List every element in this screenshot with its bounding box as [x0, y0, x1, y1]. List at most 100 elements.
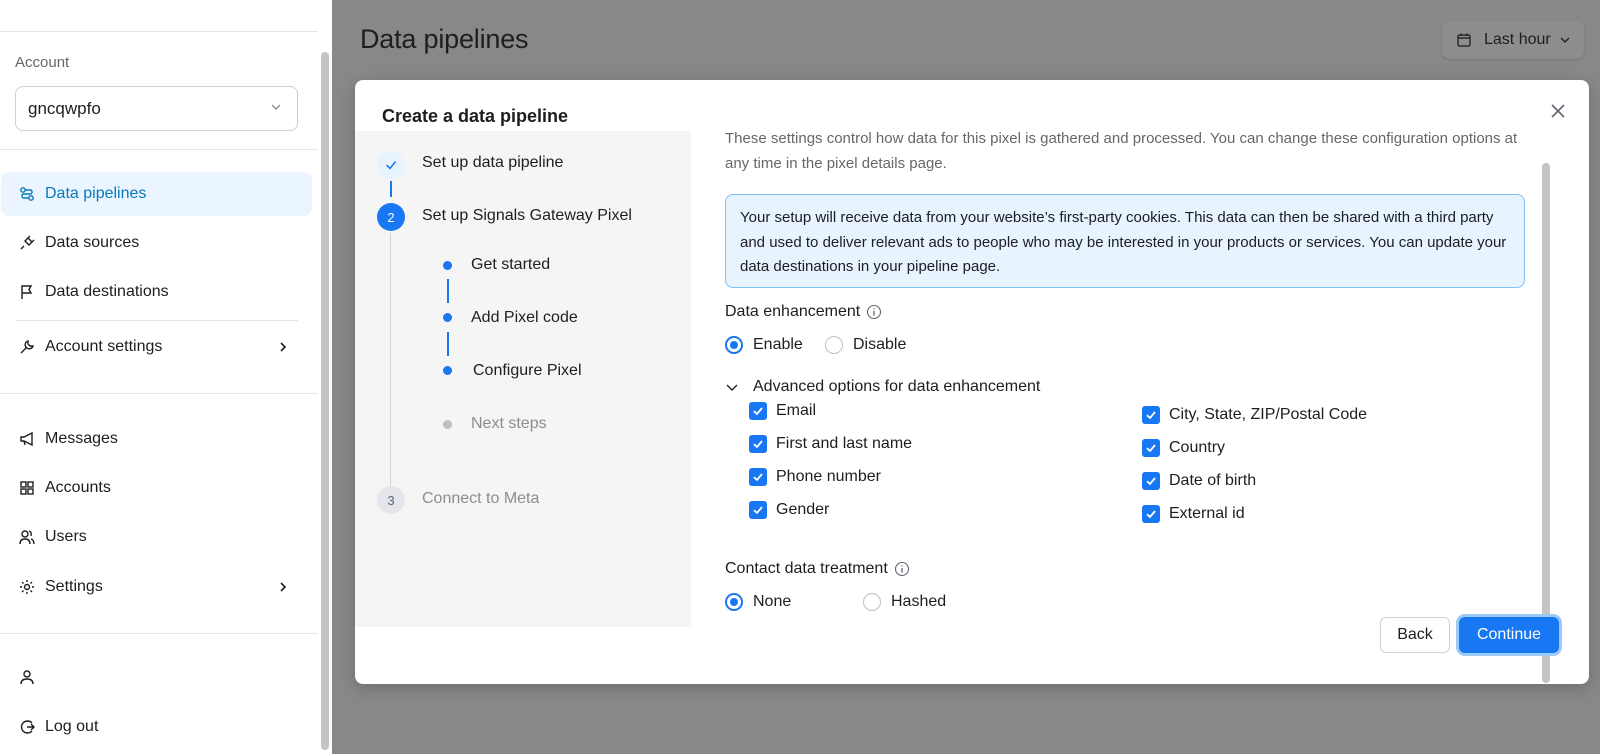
nav-messages[interactable]: Messages [1, 417, 312, 461]
checkmark-icon [1146, 477, 1156, 486]
divider [0, 149, 318, 150]
page-title: Data pipelines [360, 24, 529, 54]
nav-account-settings[interactable]: Account settings [1, 325, 312, 369]
stepper: Set up data pipeline 2 Set up Signals Ga… [355, 131, 691, 627]
step-2-badge: 2 [377, 203, 405, 231]
nav-data-destinations[interactable]: Data destinations [1, 270, 312, 314]
nav-profile[interactable] [1, 655, 312, 699]
radio-disable-label: Disable [853, 336, 907, 353]
info-icon[interactable] [894, 561, 910, 577]
radio-enable-label: Enable [753, 336, 803, 353]
checkbox-email[interactable]: Email [749, 402, 816, 420]
checkbox-gender[interactable]: Gender [749, 501, 829, 519]
step-connector [390, 181, 392, 197]
checkbox-label: Date of birth [1169, 472, 1257, 489]
checkbox-date-of-birth[interactable]: Date of birth [1142, 472, 1256, 490]
substep-connector [447, 332, 449, 356]
dialog-title: Create a data pipeline [382, 106, 569, 126]
nav-label: Users [45, 528, 87, 545]
nav-data-sources[interactable]: Data sources [1, 221, 312, 265]
divider [0, 31, 318, 32]
checkmark-icon [753, 440, 763, 449]
checkmark-icon [753, 506, 763, 515]
checkmark-icon [753, 407, 763, 416]
checkbox-checked [749, 435, 767, 453]
nav-log-out[interactable]: Log out [1, 705, 312, 749]
substep-connector [447, 279, 449, 303]
checkbox-checked [1142, 505, 1160, 523]
checkbox-city-state-zip[interactable]: City, State, ZIP/Postal Code [1142, 406, 1367, 424]
users-icon [19, 530, 35, 545]
checkbox-checked [749, 402, 767, 420]
advanced-options-toggle[interactable]: Advanced options for data enhancement [725, 378, 1040, 396]
nav-label: Data destinations [45, 283, 169, 300]
radio-enable[interactable]: Enable [725, 336, 803, 354]
dialog-content: These settings control how data for this… [725, 131, 1535, 627]
chevron-down-icon [1560, 37, 1570, 43]
checkbox-checked [749, 501, 767, 519]
nav-label: Log out [45, 718, 99, 735]
substep-dot [443, 420, 452, 429]
logout-icon [20, 720, 35, 734]
nav-label: Account settings [45, 338, 163, 355]
nav-settings[interactable]: Settings [1, 565, 312, 609]
advanced-options-label: Advanced options for data enhancement [753, 378, 1041, 395]
substep-get-started: Get started [471, 256, 551, 273]
step-3-badge: 3 [377, 486, 405, 514]
megaphone-icon [20, 431, 33, 447]
info-icon[interactable] [866, 304, 882, 320]
radio-indicator [863, 593, 881, 611]
substep-next-steps: Next steps [471, 415, 547, 432]
step-complete-badge [377, 151, 405, 179]
nav-label: Data sources [45, 234, 140, 251]
gear-icon [20, 580, 34, 594]
radio-disable[interactable]: Disable [825, 336, 906, 354]
nav-label: Messages [45, 430, 118, 447]
substep-dot [443, 366, 452, 375]
radio-hashed[interactable]: Hashed [863, 593, 946, 611]
account-label: Account [15, 54, 70, 71]
substep-dot [443, 261, 452, 270]
checkbox-label: Country [1169, 439, 1226, 456]
checkbox-first-last-name[interactable]: First and last name [749, 435, 912, 453]
radio-hashed-label: Hashed [891, 593, 947, 610]
date-range-button[interactable]: Last hour [1442, 21, 1584, 59]
checkbox-label: First and last name [776, 435, 913, 452]
checkmark-icon [1146, 510, 1156, 519]
sidebar: Account gncqwpfo Data pipelines Data sou… [0, 0, 332, 754]
back-button[interactable]: Back [1380, 617, 1450, 653]
radio-none[interactable]: None [725, 593, 791, 611]
calendar-icon [1457, 33, 1471, 47]
substep-add-pixel-code: Add Pixel code [471, 309, 578, 326]
continue-button[interactable]: Continue [1459, 617, 1559, 653]
chevron-right-icon [280, 342, 287, 352]
pipeline-icon [20, 187, 34, 201]
nav-label: Settings [45, 578, 103, 595]
content-scrollbar-thumb[interactable] [1542, 163, 1550, 683]
checkmark-icon [1146, 444, 1156, 453]
checkbox-country[interactable]: Country [1142, 439, 1225, 457]
checkmark-icon [753, 473, 763, 482]
grid-icon [20, 481, 34, 495]
radio-none-label: None [753, 593, 792, 610]
data-enhancement-label: Data enhancement [725, 303, 882, 321]
chevron-down-icon [271, 104, 281, 110]
sidebar-scrollbar-thumb[interactable] [321, 52, 329, 750]
radio-indicator-selected [725, 593, 743, 611]
checkbox-label: Gender [776, 501, 830, 518]
checkbox-checked [1142, 439, 1160, 457]
checkmark-icon [385, 161, 397, 170]
checkbox-external-id[interactable]: External id [1142, 505, 1245, 523]
nav-data-pipelines[interactable]: Data pipelines [1, 172, 312, 216]
flag-icon [21, 285, 33, 299]
step-connector [390, 233, 391, 489]
nav-accounts[interactable]: Accounts [1, 466, 312, 510]
checkbox-checked [1142, 406, 1160, 424]
divider [0, 633, 318, 634]
radio-indicator-selected [725, 336, 743, 354]
checkbox-phone-number[interactable]: Phone number [749, 468, 881, 486]
close-icon[interactable] [1549, 102, 1567, 120]
nav-label: Data pipelines [45, 185, 147, 202]
nav-users[interactable]: Users [1, 515, 312, 559]
account-select[interactable]: gncqwpfo [15, 86, 298, 131]
